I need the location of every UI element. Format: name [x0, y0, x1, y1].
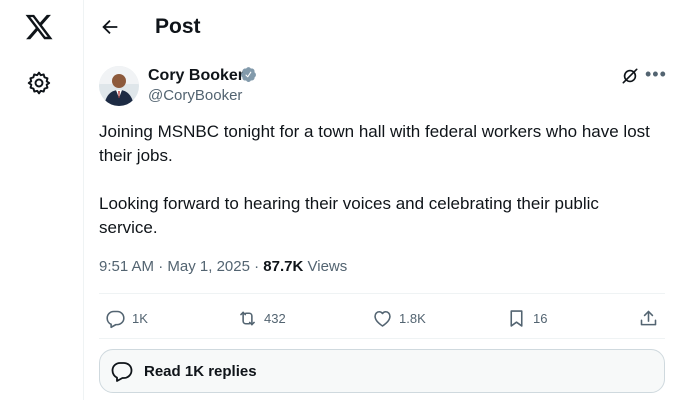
gear-icon[interactable]: [26, 70, 52, 96]
grok-icon[interactable]: [620, 66, 640, 86]
author-handle[interactable]: @CoryBooker: [148, 86, 242, 105]
post-time[interactable]: 9:51 AM: [99, 258, 154, 275]
more-options-icon[interactable]: •••: [645, 64, 667, 84]
verified-badge-icon: [240, 66, 257, 83]
arrow-left-icon[interactable]: [99, 16, 121, 38]
meta-separator: ·: [254, 258, 264, 275]
post-meta: 9:51 AM · May 1, 2025 · 87.7K Views: [99, 257, 347, 277]
views-count: 87.7K: [263, 258, 304, 275]
page-title: Post: [155, 15, 201, 38]
like-button[interactable]: 1.8K: [372, 306, 426, 330]
post-text-paragraph: Joining MSNBC tonight for a town hall wi…: [99, 122, 650, 165]
reply-bubble-icon: [111, 362, 133, 382]
avatar[interactable]: [99, 66, 139, 106]
meta-separator: ·: [158, 258, 168, 275]
left-nav: [0, 0, 84, 400]
divider: [99, 293, 665, 294]
share-icon: [640, 310, 657, 325]
x-logo-icon[interactable]: [24, 12, 54, 42]
read-replies-label: Read 1K replies: [144, 362, 257, 380]
bookmark-button[interactable]: 16: [506, 306, 547, 330]
repost-count: 432: [264, 310, 286, 326]
author-name[interactable]: Cory Booker: [148, 66, 244, 85]
like-count: 1.8K: [399, 310, 426, 326]
repost-icon: [240, 311, 255, 325]
reply-icon: [106, 310, 125, 328]
read-replies-button[interactable]: Read 1K replies: [99, 349, 665, 393]
heart-icon: [374, 310, 391, 327]
views-label: Views: [307, 258, 348, 275]
share-button[interactable]: [638, 306, 665, 330]
bookmark-icon: [510, 309, 523, 327]
post-text-paragraph: Looking forward to hearing their voices …: [99, 194, 599, 237]
post-text: Joining MSNBC tonight for a town hall wi…: [99, 120, 659, 240]
reply-count: 1K: [132, 310, 148, 326]
reply-button[interactable]: 1K: [105, 306, 148, 330]
bookmark-count: 16: [533, 310, 548, 326]
divider: [99, 338, 665, 339]
repost-button[interactable]: 432: [237, 306, 286, 330]
post-date[interactable]: May 1, 2025: [167, 258, 250, 275]
